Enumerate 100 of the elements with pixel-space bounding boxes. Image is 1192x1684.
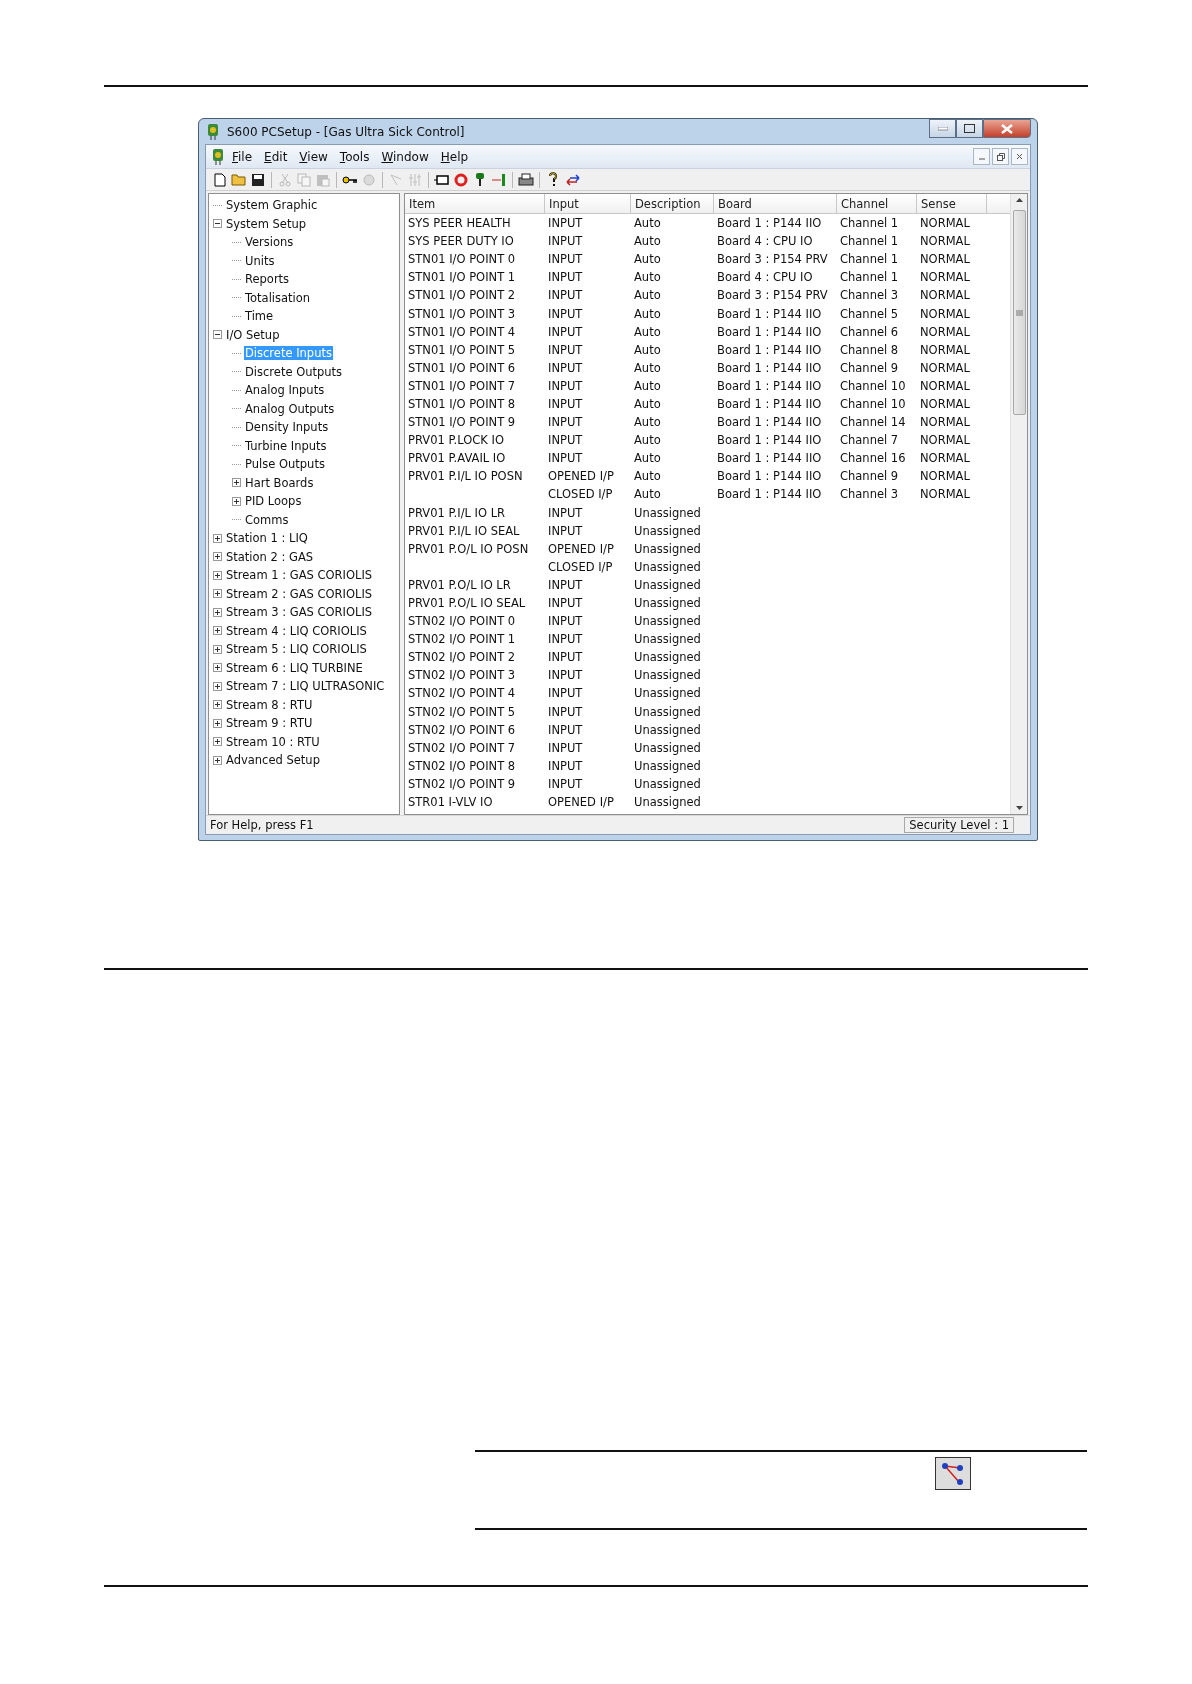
expand-icon[interactable] — [213, 755, 222, 765]
connection-icon[interactable] — [935, 1457, 971, 1490]
column-header[interactable]: Item — [405, 194, 545, 214]
save-icon[interactable] — [250, 171, 266, 188]
tree-item[interactable]: Analog Inputs — [244, 383, 326, 398]
table-cell-text: Board 3 : P154 PRV — [716, 251, 829, 269]
expand-icon[interactable] — [232, 478, 241, 488]
restore-button[interactable] — [992, 148, 1009, 165]
tree-item[interactable]: Hart Boards — [244, 475, 315, 490]
table-cell-text: Unassigned — [633, 595, 702, 612]
column-header[interactable]: Input — [545, 194, 631, 214]
minimize-icon — [937, 126, 948, 131]
new-icon[interactable] — [212, 171, 228, 188]
tree-item[interactable]: Stream 7 : LIQ ULTRASONIC — [225, 679, 386, 694]
expand-icon[interactable] — [213, 570, 222, 580]
expand-icon[interactable] — [213, 737, 222, 747]
tree-item[interactable]: PID Loops — [244, 494, 303, 509]
collapse-icon[interactable] — [213, 219, 222, 229]
table-cell-text: PRV01 P.AVAIL IO — [407, 450, 507, 468]
tree-item[interactable]: Reports — [244, 272, 291, 287]
tree-item[interactable]: Totalisation — [244, 290, 312, 305]
minimize-button[interactable] — [929, 119, 956, 138]
tree-item[interactable]: I/O Setup — [225, 327, 281, 342]
tree-item[interactable]: Time — [244, 309, 275, 324]
tree-item[interactable]: Stream 6 : LIQ TURBINE — [225, 660, 364, 675]
tree-item[interactable]: Stream 2 : GAS CORIOLIS — [225, 586, 374, 601]
expand-icon[interactable] — [232, 496, 241, 506]
table-cell-text: NORMAL — [919, 468, 971, 486]
tree-item[interactable]: Discrete Outputs — [244, 364, 344, 379]
table-cell-text: NORMAL — [919, 341, 971, 359]
tree-item[interactable]: Station 1 : LIQ — [225, 531, 309, 546]
menu-item[interactable]: View — [293, 149, 334, 164]
tree-item[interactable]: Stream 5 : LIQ CORIOLIS — [225, 642, 368, 657]
tree-item[interactable]: Stream 1 : GAS CORIOLIS — [225, 568, 374, 583]
collapse-icon[interactable] — [213, 330, 222, 340]
tree-item[interactable]: Stream 4 : LIQ CORIOLIS — [225, 623, 368, 638]
maximize-button[interactable] — [956, 119, 983, 138]
expand-icon[interactable] — [213, 681, 222, 691]
table-cell-text: INPUT — [547, 323, 584, 341]
expand-icon[interactable] — [213, 589, 222, 599]
tree-item[interactable]: Versions — [244, 235, 295, 250]
menu-item[interactable]: Edit — [258, 149, 294, 164]
table-cell-text: NORMAL — [919, 269, 971, 287]
menu-item[interactable]: File — [226, 149, 259, 164]
column-header[interactable]: Sense — [917, 194, 987, 214]
tree-item[interactable]: Turbine Inputs — [244, 438, 328, 453]
table-cell-text: STN02 I/O POINT 4 — [407, 685, 517, 703]
tree-item[interactable]: System Setup — [225, 216, 307, 231]
menu-item[interactable]: Tools — [333, 149, 376, 164]
tree-item[interactable]: Station 2 : GAS — [225, 549, 315, 564]
table-cell-text: Board 1 : P144 IIO — [716, 377, 823, 395]
tree-item[interactable]: Pulse Outputs — [244, 457, 326, 472]
table-cell-text: Board 1 : P144 IIO — [716, 323, 823, 341]
table-cell-text: OPENED I/P — [547, 540, 615, 558]
table-cell-text: SYS PEER HEALTH — [407, 215, 512, 233]
table-cell-text: Unassigned — [633, 739, 702, 757]
table-cell-text: NORMAL — [919, 359, 971, 377]
expand-icon[interactable] — [213, 552, 222, 562]
table-cell-text: Unassigned — [633, 522, 702, 540]
expand-icon[interactable] — [213, 663, 222, 673]
tree-item[interactable]: Advanced Setup — [225, 753, 321, 768]
menu-item[interactable]: Window — [375, 149, 435, 164]
expand-icon[interactable] — [213, 718, 222, 728]
tree-item[interactable]: Density Inputs — [244, 420, 330, 435]
column-header[interactable]: Description — [631, 194, 714, 214]
print-icon[interactable] — [518, 171, 534, 188]
column-header[interactable]: Channel — [837, 194, 917, 214]
range-icon[interactable] — [491, 171, 507, 188]
expand-icon[interactable] — [213, 607, 222, 617]
close-button[interactable] — [983, 119, 1031, 138]
tree-item[interactable]: Analog Outputs — [244, 401, 336, 416]
tree-item[interactable]: Stream 9 : RTU — [225, 716, 314, 731]
expand-icon[interactable] — [213, 644, 222, 654]
table-cell-text: Board 1 : P144 IIO — [716, 486, 823, 504]
table-cell-text: INPUT — [547, 341, 584, 359]
column-header[interactable]: Board — [714, 194, 837, 214]
close-button[interactable] — [1011, 148, 1028, 165]
expand-icon[interactable] — [213, 700, 222, 710]
menu-item[interactable]: Help — [434, 149, 475, 164]
tree-item[interactable]: Comms — [244, 512, 290, 527]
tree-item[interactable]: Stream 10 : RTU — [225, 734, 321, 749]
ring-icon[interactable] — [453, 171, 469, 188]
table-cell-text: STN01 I/O POINT 1 — [407, 269, 517, 287]
expand-icon[interactable] — [213, 626, 222, 636]
table-cell-text: STN01 I/O POINT 8 — [407, 396, 517, 413]
table-cell-text: Board 1 : P144 IIO — [716, 341, 823, 359]
table-cell-text: INPUT — [547, 631, 584, 649]
table-cell-text: Channel 5 — [839, 305, 900, 323]
table-cell-text: Unassigned — [633, 631, 702, 649]
tree-item[interactable]: Units — [244, 253, 276, 268]
tree-item[interactable]: Stream 3 : GAS CORIOLIS — [225, 605, 374, 620]
scrollbar[interactable] — [1010, 194, 1027, 814]
table-cell-text: STN02 I/O POINT 6 — [407, 721, 517, 739]
table-cell-text: Auto — [633, 251, 662, 269]
tree-item[interactable]: Stream 8 : RTU — [225, 697, 314, 712]
scroll-thumb[interactable] — [1012, 210, 1026, 415]
expand-icon[interactable] — [213, 533, 222, 543]
table-cell-text: INPUT — [547, 504, 584, 522]
tree-item[interactable]: System Graphic — [225, 198, 319, 213]
transfer-icon[interactable] — [564, 171, 580, 188]
